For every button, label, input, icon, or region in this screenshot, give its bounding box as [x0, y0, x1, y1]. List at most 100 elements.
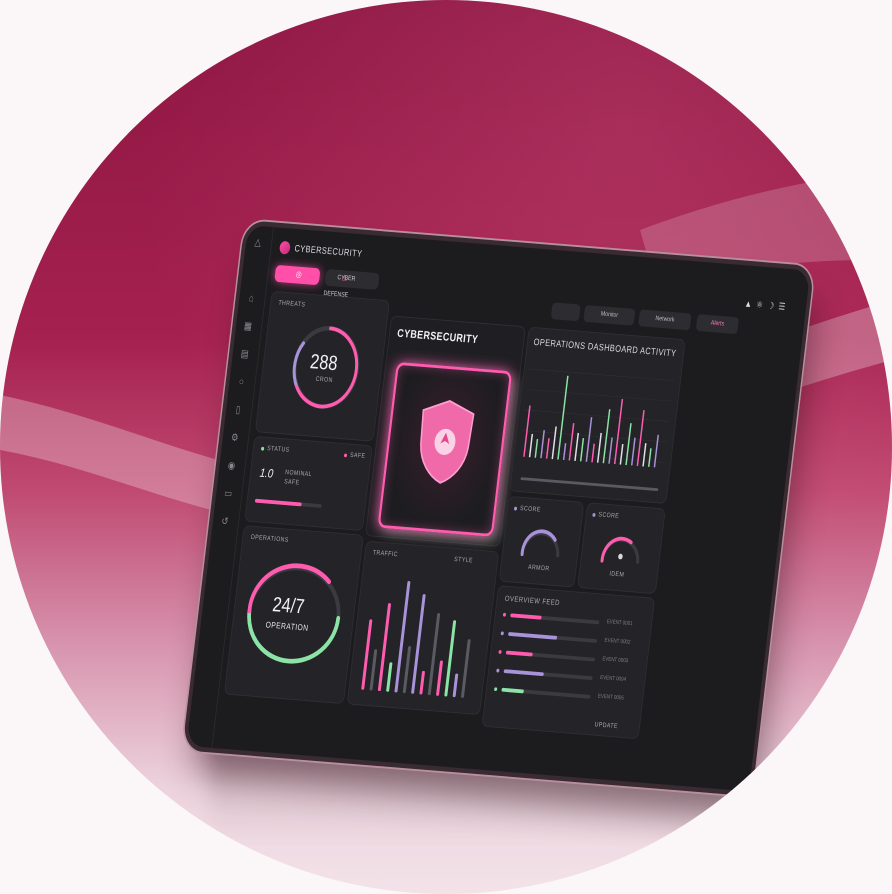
events-card: OVERVIEW FEED EVENT 0001 EVENT 0002 EVENT … — [481, 585, 656, 740]
operations-label: OPERATIONS — [250, 534, 290, 544]
traffic-bar — [419, 670, 425, 695]
lock-icon[interactable]: ▯ — [231, 402, 245, 418]
event-fill — [505, 650, 533, 657]
event-label: EVENT 0005 — [597, 693, 625, 702]
tab-dashboard[interactable]: ◎ — [274, 264, 321, 286]
grid-icon[interactable]: ▦ — [241, 318, 255, 334]
activity-bar — [545, 438, 550, 459]
activity-bar — [625, 423, 632, 466]
event-track — [503, 669, 593, 681]
shield-panel: CYBERSECURITY — [365, 315, 526, 547]
traffic-label: TRAFFIC — [372, 549, 399, 559]
toolbar-button-blank[interactable] — [550, 302, 581, 322]
event-track — [507, 632, 598, 643]
toolbar-button-alerts[interactable]: Alerts — [695, 314, 740, 335]
menu-icon[interactable]: ☰ — [778, 302, 790, 313]
tablet-device: △ ⌂ ▦ ▤ ○ ▯ ⚙ ◉ ▭ ↺ CYBERSECURITY ◎ ⚠ CY… — [186, 225, 811, 792]
gauge-2-value: IDEM — [609, 570, 625, 579]
activity-bar — [653, 434, 659, 468]
traffic-bar — [436, 660, 443, 696]
events-footer: UPDATE — [594, 721, 619, 731]
status-icons: ▲⚛☽☰ — [744, 299, 790, 313]
folder-icon[interactable]: ▭ — [221, 486, 235, 502]
background-scene: △ ⌂ ▦ ▤ ○ ▯ ⚙ ◉ ▭ ↺ CYBERSECURITY ◎ ⚠ CY… — [0, 0, 892, 894]
status-line1: NOMINAL — [284, 469, 313, 479]
threats-unit: CRON — [315, 376, 334, 384]
gauge-1-label: SCORE — [519, 505, 542, 514]
threats-value: 288 — [308, 349, 339, 375]
status-dot-alert — [343, 453, 348, 458]
activity-bar — [630, 437, 636, 466]
brand-logo — [278, 240, 291, 255]
event-dot — [498, 650, 502, 654]
event-fill — [507, 632, 558, 640]
event-fill — [503, 669, 544, 677]
traffic-card: TRAFFIC STYLE — [346, 540, 500, 716]
bell-icon[interactable]: △ — [251, 235, 265, 251]
status-label: STATUS — [266, 445, 290, 454]
activity-bar — [596, 432, 602, 463]
activity-bar — [642, 443, 647, 467]
traffic-right-label: STYLE — [453, 556, 474, 565]
logout-icon[interactable]: ↺ — [218, 514, 232, 530]
status-fill — [254, 498, 302, 507]
gauge-2-label: SCORE — [598, 511, 620, 520]
activity-chart — [519, 368, 675, 468]
tab-defense[interactable]: ⚠ CYBER DEFENSE — [323, 268, 380, 299]
traffic-bar — [361, 619, 373, 690]
traffic-bar — [402, 646, 412, 694]
event-dot — [500, 631, 504, 636]
home-icon[interactable]: ⌂ — [244, 291, 258, 307]
gauge-card-1: SCORE ARMOR — [498, 495, 585, 588]
activity-gridline — [529, 368, 675, 381]
activity-card: OPERATIONS DASHBOARD ACTIVITY — [509, 326, 686, 504]
operations-value: 24/7 — [271, 592, 306, 619]
event-fill — [510, 613, 542, 620]
activity-bar — [647, 448, 652, 467]
status-tag: SAFE — [349, 452, 366, 460]
brand-name: CYBERSECURITY — [293, 243, 363, 260]
event-dot — [493, 687, 498, 692]
event-dot — [496, 668, 500, 673]
activity-bar — [562, 443, 567, 461]
event-track — [510, 613, 600, 625]
users-icon[interactable]: ◉ — [225, 458, 239, 474]
event-label: EVENT 0004 — [599, 675, 627, 683]
event-fill — [501, 687, 525, 694]
activity-bar — [579, 438, 585, 462]
activity-bar — [591, 443, 595, 463]
activity-bar — [557, 375, 569, 460]
threats-label: THREATS — [277, 299, 306, 309]
chart-icon[interactable]: ▤ — [238, 346, 252, 362]
status-value: 1.0 — [259, 465, 275, 481]
activity-bar — [540, 430, 545, 459]
status-line2: SAFE — [283, 478, 300, 487]
event-dot — [502, 612, 507, 617]
status-track — [254, 498, 322, 508]
event-track — [501, 687, 591, 699]
shield-frame — [377, 361, 513, 537]
event-label: EVENT 0001 — [606, 619, 633, 628]
traffic-bar — [461, 639, 471, 698]
traffic-bar — [452, 673, 459, 698]
wifi-icon: ◎ — [295, 269, 303, 280]
activity-bar — [574, 432, 580, 461]
toolbar-button-network[interactable]: Network — [637, 309, 692, 331]
traffic-chart — [361, 581, 471, 698]
activity-bar — [585, 417, 593, 462]
toolbar-button-monitor[interactable]: Monitor — [583, 304, 636, 326]
event-label: EVENT 0002 — [604, 637, 631, 646]
activity-title: OPERATIONS DASHBOARD ACTIVITY — [533, 337, 677, 360]
activity-bar — [528, 433, 534, 458]
traffic-bar — [369, 649, 378, 691]
shield-icon[interactable]: ○ — [235, 374, 249, 390]
gauge-1-arc — [520, 529, 560, 558]
gauge-2-dot — [592, 513, 596, 517]
gauge-1-dot — [513, 506, 518, 511]
activity-gridline — [524, 409, 670, 422]
shield-icon-large — [420, 399, 475, 484]
threats-card: THREATS 288 CRON — [254, 290, 390, 442]
gauge-card-2: SCORE IDEM — [577, 502, 666, 595]
settings-icon[interactable]: ⚙ — [228, 430, 242, 446]
traffic-bar — [394, 581, 411, 693]
